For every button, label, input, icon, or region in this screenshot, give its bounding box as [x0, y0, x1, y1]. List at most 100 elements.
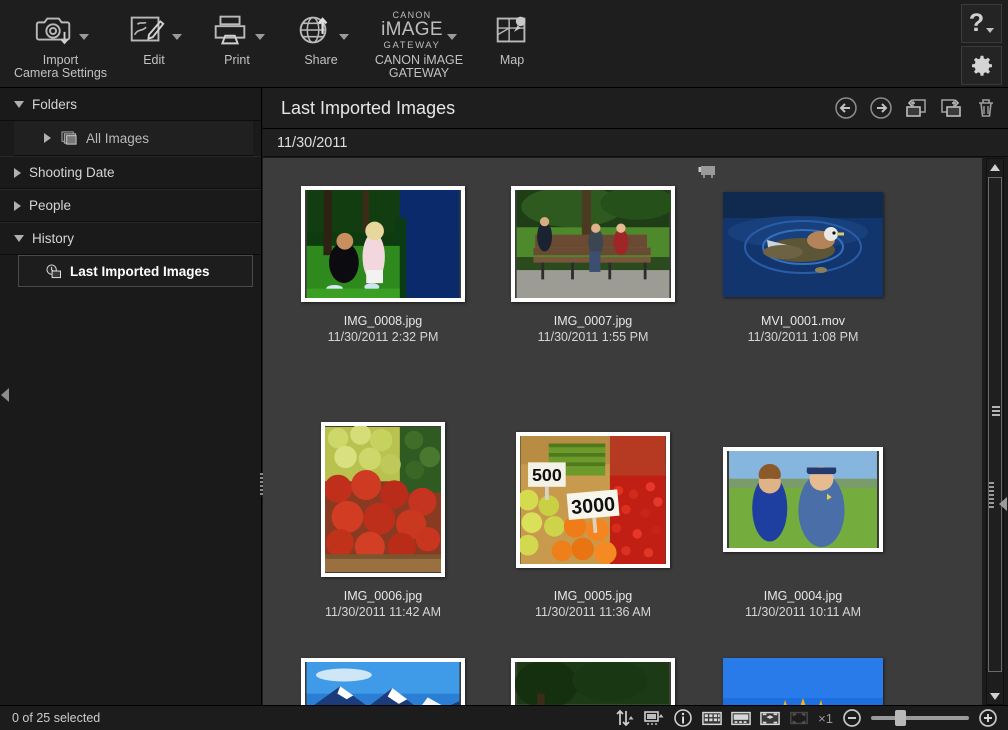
zoom-out-icon[interactable]: [842, 709, 862, 727]
thumbnail-cell[interactable]: IMG_0007.jpg 11/30/2011 1:55 PM: [493, 182, 693, 346]
thumbnail-filename: IMG_0008.jpg: [343, 314, 423, 328]
filmstrip-view-icon[interactable]: [731, 709, 751, 727]
scroll-up-button[interactable]: [987, 159, 1003, 175]
toolbar-button-canon-image-gateway[interactable]: CANON iMAGE GATEWAY CANON iMAGE GATEWAY: [363, 0, 475, 80]
canon-image-gateway-logo: CANON iMAGE GATEWAY: [381, 8, 443, 52]
forward-arrow-icon[interactable]: [867, 94, 895, 122]
thumbnail-image-wrap[interactable]: 500 3000: [493, 418, 693, 581]
sidebar-item-all-images[interactable]: All Images: [14, 121, 253, 156]
sidebar-group-label-folders: Folders: [32, 96, 78, 112]
right-panel-splitter-grip[interactable]: [989, 482, 994, 508]
thumbnail-park-mother-child[interactable]: [301, 186, 465, 302]
sidebar-item-label-last-imported-images: Last Imported Images: [70, 263, 210, 279]
thumbnail-cell[interactable]: [703, 654, 903, 705]
thumbnail-image-wrap[interactable]: [493, 654, 693, 705]
toolbar-label-edit: Edit: [143, 53, 165, 67]
thumbnail-duck-on-water[interactable]: [723, 191, 883, 297]
sort-order-icon[interactable]: [615, 709, 635, 727]
sidebar-item-label-all-images: All Images: [86, 130, 150, 146]
help-button[interactable]: ?: [961, 4, 1002, 43]
thumbnail-grid-view-icon[interactable]: [702, 709, 722, 727]
map-icon: [496, 16, 526, 43]
thumbnail-grid: IMG_0008.jpg 11/30/2011 2:32 PM IMG_0007…: [263, 158, 982, 705]
rotate-right-icon[interactable]: [937, 94, 965, 122]
toolbar-caret-import-icon[interactable]: [78, 34, 89, 40]
thumbnail-image-wrap[interactable]: [283, 654, 483, 705]
rotate-left-icon[interactable]: [902, 94, 930, 122]
thumbnail-caption: IMG_0004.jpg 11/30/2011 10:11 AM: [703, 588, 903, 621]
thumbnail-tree-green-field[interactable]: [511, 658, 675, 705]
thumbnail-market-stall-prices[interactable]: 500 3000: [516, 431, 670, 568]
svg-text:3000: 3000: [570, 493, 616, 519]
thumbnail-date: 11/30/2011 10:11 AM: [744, 605, 862, 619]
triangle-right-icon[interactable]: [14, 167, 21, 178]
help-caret-icon[interactable]: [986, 28, 995, 33]
thumbnail-cell[interactable]: MVI_0001.mov 11/30/2011 1:08 PM: [703, 182, 903, 346]
triangle-right-icon[interactable]: [14, 200, 21, 211]
movie-clip-icon: [698, 166, 715, 178]
thumbnail-image-wrap[interactable]: [283, 182, 483, 306]
thumbnail-cell[interactable]: [493, 654, 693, 705]
settings-button[interactable]: [961, 46, 1002, 85]
sidebar-item-last-imported-images[interactable]: Last Imported Images: [18, 255, 253, 287]
thumbnail-date: 11/30/2011 1:08 PM: [747, 330, 859, 344]
thumbnail-cell[interactable]: [283, 654, 483, 705]
cig-logo-mid: iMAGE: [381, 18, 443, 40]
toolbar-button-edit[interactable]: Edit: [113, 0, 195, 67]
thumbnail-image-wrap[interactable]: [283, 418, 483, 581]
sidebar-group-shooting-date[interactable]: Shooting Date: [0, 156, 261, 189]
header-icon-group: [832, 94, 1000, 122]
gear-icon: [971, 55, 992, 76]
toolbar-icon-row: [126, 8, 182, 52]
thumbnail-caption: MVI_0001.mov 11/30/2011 1:08 PM: [703, 313, 903, 346]
delete-trash-icon[interactable]: [972, 94, 1000, 122]
info-icon[interactable]: [673, 709, 693, 727]
toolbar-caret-edit-icon[interactable]: [172, 34, 182, 40]
thumbnail-cell[interactable]: IMG_0006.jpg 11/30/2011 11:42 AM: [283, 418, 483, 621]
toolbar-button-print[interactable]: Print: [195, 0, 279, 67]
preview-view-icon[interactable]: [760, 709, 780, 727]
zoom-slider-knob[interactable]: [895, 710, 906, 726]
scrollbar-thumb[interactable]: [988, 177, 1002, 672]
thumbnail-mountains-snow[interactable]: [301, 658, 465, 705]
thumbnail-image-wrap[interactable]: [703, 654, 903, 705]
toolbar-button-share[interactable]: Share: [279, 0, 363, 67]
toolbar-label-print: Print: [224, 53, 250, 67]
thumbnail-cell[interactable]: IMG_0004.jpg 11/30/2011 10:11 AM: [703, 418, 903, 621]
sidebar-collapse-arrow-icon[interactable]: [1, 388, 9, 402]
fit-to-window-icon[interactable]: [789, 709, 809, 727]
toolbar-caret-print-icon[interactable]: [255, 34, 265, 40]
thumbnail-cell[interactable]: IMG_0008.jpg 11/30/2011 2:32 PM: [283, 182, 483, 346]
toolbar-button-import[interactable]: Import Camera Settings: [8, 0, 113, 80]
thumbnail-couple-in-field[interactable]: [723, 447, 883, 552]
toolbar-icon-row: CANON iMAGE GATEWAY: [381, 8, 457, 52]
sidebar-group-people[interactable]: People: [0, 189, 261, 222]
zoom-slider[interactable]: [871, 710, 969, 726]
thumbnail-park-bench-people[interactable]: [511, 186, 675, 302]
back-arrow-icon[interactable]: [832, 94, 860, 122]
thumbnail-image-wrap[interactable]: [493, 182, 693, 306]
thumbnail-image-wrap[interactable]: [703, 182, 903, 306]
display-mode-icon[interactable]: [644, 709, 664, 727]
toolbar-caret-share-icon[interactable]: [339, 34, 349, 40]
scroll-down-button[interactable]: [987, 688, 1003, 704]
thumbnail-cell[interactable]: 500 3000 IMG_0005.jpg 11/30/2011 11:36 A…: [493, 418, 693, 621]
thumbnail-sunflower-blue-sky[interactable]: [723, 658, 883, 705]
vertical-scrollbar[interactable]: [986, 158, 1004, 705]
zoom-in-icon[interactable]: [978, 709, 998, 727]
camera-import-icon: [35, 17, 70, 45]
cig-logo-bottom: GATEWAY: [383, 39, 441, 51]
triangle-down-icon[interactable]: [14, 235, 24, 242]
sidebar-group-history[interactable]: History: [0, 222, 261, 255]
toolbar-button-map[interactable]: Map: [475, 0, 549, 67]
triangle-down-icon[interactable]: [14, 100, 24, 108]
toolbar-label-import: Import Camera Settings: [13, 53, 108, 80]
right-panel-collapse-arrow-icon[interactable]: [999, 497, 1007, 511]
cig-logo-top: CANON: [392, 9, 432, 20]
thumbnail-tomatoes-crate[interactable]: [321, 422, 445, 577]
date-group-label: 11/30/2011: [277, 134, 348, 151]
thumbnail-image-wrap[interactable]: [703, 418, 903, 581]
triangle-right-icon[interactable]: [44, 133, 51, 143]
toolbar-caret-cig-icon[interactable]: [446, 34, 457, 40]
sidebar-group-folders[interactable]: Folders: [0, 88, 261, 121]
